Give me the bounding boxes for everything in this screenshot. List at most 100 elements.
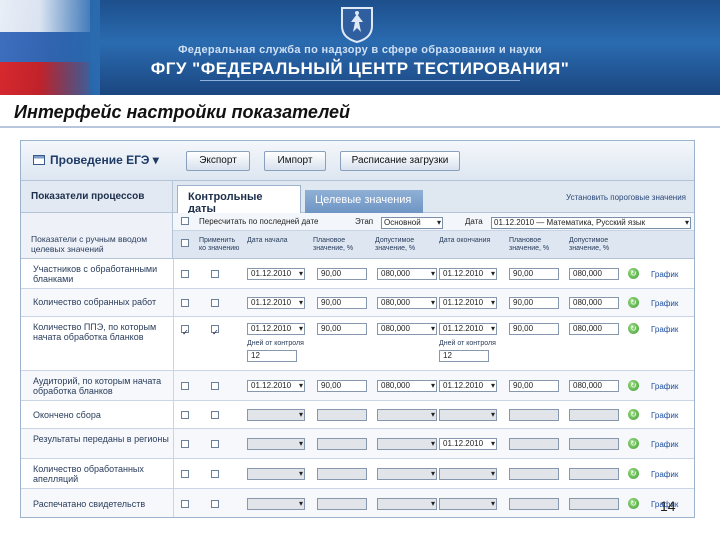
plan-end-input[interactable]: 90,00 bbox=[509, 297, 559, 309]
row-checkbox[interactable] bbox=[181, 500, 189, 508]
chart-link[interactable]: График bbox=[651, 440, 678, 449]
date-start-input[interactable]: 01.12.2010 bbox=[247, 323, 305, 335]
tab-control-dates[interactable]: Контрольные даты bbox=[177, 185, 301, 215]
schedule-button[interactable]: Расписание загрузки bbox=[340, 151, 460, 171]
refresh-icon[interactable]: ↻ bbox=[628, 409, 639, 420]
menu-dropdown[interactable]: Проведение ЕГЭ ▾ bbox=[33, 153, 159, 167]
plan-input[interactable] bbox=[317, 409, 367, 421]
plan-input[interactable] bbox=[317, 468, 367, 480]
plan-end-input[interactable]: 90,00 bbox=[509, 380, 559, 392]
date-start-input[interactable] bbox=[247, 498, 305, 510]
refresh-icon[interactable]: ↻ bbox=[628, 380, 639, 391]
days-end-label: Дней от контроля bbox=[439, 340, 496, 347]
refresh-icon[interactable]: ↻ bbox=[628, 268, 639, 279]
date-end-input[interactable]: 01.12.2010 bbox=[439, 380, 497, 392]
refresh-icon[interactable]: ↻ bbox=[628, 438, 639, 449]
allowed-input[interactable]: 080,000 bbox=[377, 380, 437, 392]
chart-link[interactable]: График bbox=[651, 270, 678, 279]
import-button[interactable]: Импорт bbox=[264, 151, 326, 171]
allowed-end-input[interactable] bbox=[569, 438, 619, 450]
date-select[interactable]: 01.12.2010 — Математика, Русский язык bbox=[491, 217, 691, 229]
row-checkbox[interactable] bbox=[181, 270, 189, 278]
allowed-end-input[interactable] bbox=[569, 498, 619, 510]
chart-link[interactable]: График bbox=[651, 411, 678, 420]
row-checkbox[interactable] bbox=[181, 411, 189, 419]
plan-input[interactable] bbox=[317, 498, 367, 510]
chart-link[interactable]: График bbox=[651, 470, 678, 479]
allowed-input[interactable]: 080,000 bbox=[377, 268, 437, 280]
chart-link[interactable]: График bbox=[651, 325, 678, 334]
allowed-input[interactable] bbox=[377, 409, 437, 421]
apply-checkbox[interactable] bbox=[211, 325, 219, 333]
allowed-input[interactable]: 080,000 bbox=[377, 297, 437, 309]
apply-checkbox[interactable] bbox=[211, 470, 219, 478]
tab-target-values[interactable]: Целевые значения bbox=[305, 190, 423, 213]
plan-input[interactable]: 90,00 bbox=[317, 268, 367, 280]
refresh-icon[interactable]: ↻ bbox=[628, 468, 639, 479]
row-checkbox[interactable] bbox=[181, 299, 189, 307]
allowed-end-input[interactable]: 080,000 bbox=[569, 297, 619, 309]
plan-end-input[interactable]: 90,00 bbox=[509, 268, 559, 280]
apply-checkbox[interactable] bbox=[211, 270, 219, 278]
header-banner: Федеральная служба по надзору в сфере об… bbox=[0, 0, 720, 95]
apply-checkbox[interactable] bbox=[211, 440, 219, 448]
row-checkbox[interactable] bbox=[181, 470, 189, 478]
slide-title: Интерфейс настройки показателей bbox=[14, 102, 351, 122]
days-end-input[interactable]: 12 bbox=[439, 350, 489, 362]
allowed-input[interactable]: 080,000 bbox=[377, 323, 437, 335]
date-end-input[interactable]: 01.12.2010 bbox=[439, 438, 497, 450]
export-button[interactable]: Экспорт bbox=[186, 151, 250, 171]
plan-end-input[interactable] bbox=[509, 409, 559, 421]
allowed-input[interactable] bbox=[377, 498, 437, 510]
chart-link[interactable]: График bbox=[651, 382, 678, 391]
date-start-input[interactable]: 01.12.2010 bbox=[247, 380, 305, 392]
refresh-icon[interactable]: ↻ bbox=[628, 297, 639, 308]
row-checkbox[interactable] bbox=[181, 440, 189, 448]
days-start-input[interactable]: 12 bbox=[247, 350, 297, 362]
plan-end-input[interactable]: 90,00 bbox=[509, 323, 559, 335]
plan-end-input[interactable] bbox=[509, 468, 559, 480]
date-start-input[interactable] bbox=[247, 468, 305, 480]
col-apply: Применить ко значению bbox=[199, 237, 240, 252]
stage-select[interactable]: Основной bbox=[381, 217, 443, 229]
date-end-input[interactable] bbox=[439, 468, 497, 480]
chart-link[interactable]: График bbox=[651, 299, 678, 308]
plan-end-input[interactable] bbox=[509, 498, 559, 510]
recalc-label: Пересчитать по последней дате bbox=[199, 217, 319, 226]
apply-checkbox[interactable] bbox=[211, 411, 219, 419]
row-label: Окончено сбора bbox=[33, 410, 101, 420]
date-end-input[interactable] bbox=[439, 498, 497, 510]
apply-checkbox[interactable] bbox=[211, 500, 219, 508]
toolbar: Проведение ЕГЭ ▾ Экспорт Импорт Расписан… bbox=[21, 141, 694, 181]
date-start-input[interactable]: 01.12.2010 bbox=[247, 268, 305, 280]
refresh-icon[interactable]: ↻ bbox=[628, 498, 639, 509]
allowed-end-input[interactable] bbox=[569, 409, 619, 421]
row-checkbox[interactable] bbox=[181, 325, 189, 333]
allowed-end-input[interactable]: 080,000 bbox=[569, 268, 619, 280]
date-start-input[interactable] bbox=[247, 438, 305, 450]
apply-checkbox[interactable] bbox=[211, 382, 219, 390]
col-allowed-end: Допустимое значение, % bbox=[569, 237, 610, 252]
allowed-input[interactable] bbox=[377, 438, 437, 450]
date-end-input[interactable] bbox=[439, 409, 497, 421]
allowed-end-input[interactable]: 080,000 bbox=[569, 323, 619, 335]
date-end-input[interactable]: 01.12.2010 bbox=[439, 268, 497, 280]
recalc-checkbox[interactable] bbox=[181, 217, 189, 225]
plan-input[interactable]: 90,00 bbox=[317, 297, 367, 309]
apply-checkbox[interactable] bbox=[211, 299, 219, 307]
plan-input[interactable]: 90,00 bbox=[317, 380, 367, 392]
refresh-icon[interactable]: ↻ bbox=[628, 323, 639, 334]
date-start-input[interactable] bbox=[247, 409, 305, 421]
set-thresholds-link[interactable]: Установить пороговые значения bbox=[566, 193, 686, 202]
allowed-input[interactable] bbox=[377, 468, 437, 480]
allowed-end-input[interactable] bbox=[569, 468, 619, 480]
plan-end-input[interactable] bbox=[509, 438, 559, 450]
date-start-input[interactable]: 01.12.2010 bbox=[247, 297, 305, 309]
plan-input[interactable] bbox=[317, 438, 367, 450]
row-checkbox[interactable] bbox=[181, 382, 189, 390]
allowed-end-input[interactable]: 080,000 bbox=[569, 380, 619, 392]
date-end-input[interactable]: 01.12.2010 bbox=[439, 297, 497, 309]
date-end-input[interactable]: 01.12.2010 bbox=[439, 323, 497, 335]
plan-input[interactable]: 90,00 bbox=[317, 323, 367, 335]
select-all-checkbox[interactable] bbox=[181, 239, 189, 247]
